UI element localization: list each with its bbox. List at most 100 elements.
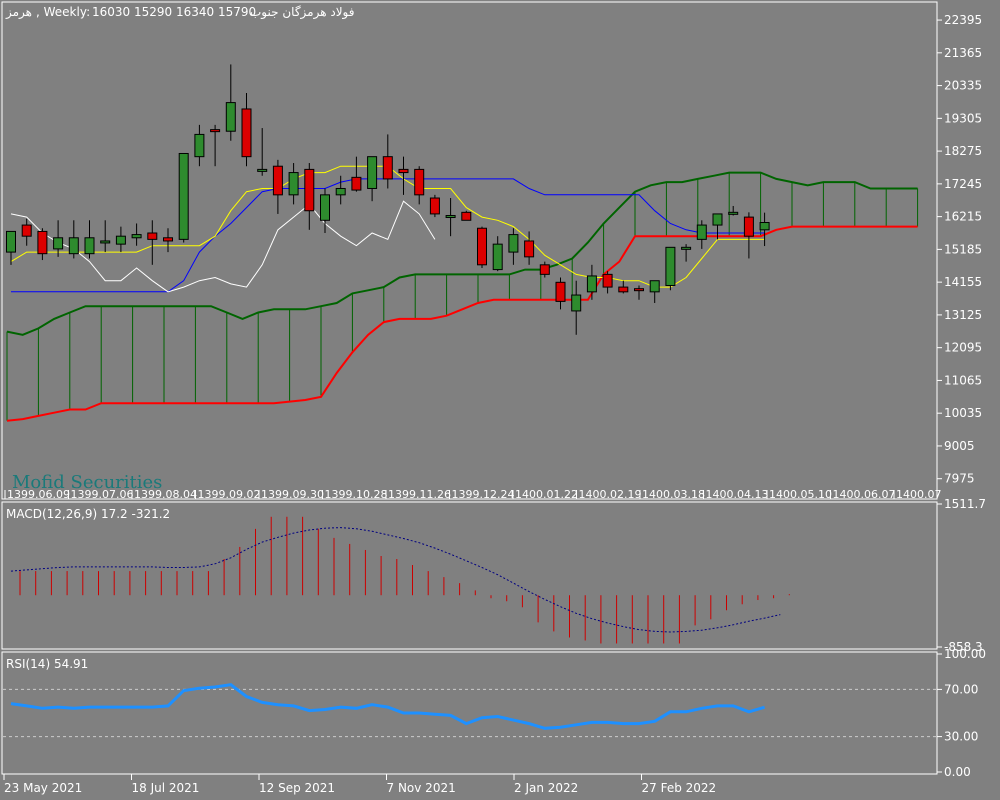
candle-body [367,156,378,189]
candle[interactable] [461,210,472,221]
date-axis-label: 1400.04.13 [706,488,769,501]
rsi-axis-label: 0.00 [944,765,971,779]
candle[interactable] [178,152,189,243]
candle-body [382,156,393,180]
price-axis-label: 19305 [944,111,982,125]
price-axis-label: 13125 [944,308,982,322]
chart-instrument-name: فولاد هرمزگان جنوب [250,5,354,20]
time-axis-label: 23 May 2021 [4,781,82,795]
date-axis-label: 1399.09.02 [198,488,261,501]
macd-panel-frame [1,501,938,650]
price-axis-label: 15185 [944,242,982,256]
date-axis-label: 1399.10.28 [325,488,388,501]
candle-body [351,176,362,191]
candle-body [37,230,48,255]
price-axis-label: 9005 [944,439,975,453]
candle-body [728,211,739,215]
chart-timeframe: , Weekly: [36,5,90,19]
candle-body [477,227,487,266]
candle-body [178,152,189,240]
date-axis-label: 1400.03.18 [642,488,705,501]
candle-body [84,237,95,255]
candle-body [759,222,770,231]
date-axis-label: 1400.05.10 [769,488,832,501]
candle-body [414,168,425,196]
candle-body [743,216,754,237]
candle-body [445,215,456,219]
price-axis-label: 14155 [944,275,982,289]
candle-body [304,168,315,212]
price-panel-frame [1,1,938,500]
candle-body [147,232,158,240]
price-axis-label: 7975 [944,472,975,486]
date-axis-label: 1400.01.22 [515,488,578,501]
candle-body [335,187,346,196]
candle[interactable] [429,194,440,218]
candle-body [163,237,173,242]
candle-body [288,172,299,196]
watermark: Mofid Securities [12,472,162,493]
candle-body [272,165,283,196]
time-axis-label: 2 Jan 2022 [514,781,578,795]
date-axis-label: 1400.06.07 [833,488,896,501]
price-axis-label: 17245 [944,177,982,191]
candle[interactable] [477,226,487,268]
rsi-axis-label: 70.00 [944,682,978,696]
candle-body [53,237,64,250]
rsi-axis-label: 30.00 [944,730,978,744]
time-axis-label: 27 Feb 2022 [642,781,717,795]
candle-body [602,273,613,288]
candle-body [586,275,597,293]
candle-body [6,230,16,253]
candle-body [696,224,707,240]
rsi-panel-frame [1,651,938,775]
candle-body [68,237,79,255]
macd-axis-label: 1511.7 [944,497,986,511]
price-axis-label: 12095 [944,341,982,355]
candle-body [681,246,692,250]
candle-body [131,234,142,239]
rsi-axis-label: 100.00 [944,647,986,661]
candle-body [398,168,409,174]
rsi-title: RSI(14) 54.91 [6,657,88,671]
time-axis-label: 7 Nov 2021 [387,781,456,795]
candle-body [241,108,252,158]
date-axis-label: 1400.02.19 [579,488,642,501]
date-axis-label: 1399.11.26 [388,488,451,501]
date-axis-label: 1400.07 [896,488,942,501]
candle-body [210,129,221,133]
date-axis-label: 1399.12.24 [452,488,515,501]
candle-body [115,235,126,245]
candle-body [618,286,629,293]
candle-body [665,246,676,286]
price-axis-label: 10035 [944,406,982,420]
candle-body [712,213,723,226]
chart-symbol: هرمز [5,5,32,20]
chart-ohlc: 16030 15290 16340 15790 [92,5,256,19]
candle-body [524,240,535,258]
candle-body [21,224,32,237]
candle-body [571,294,582,312]
macd-title: MACD(12,26,9) 17.2 -321.2 [6,507,170,521]
candle-body [461,211,472,221]
candle-body [320,194,330,221]
price-axis-label: 11065 [944,373,982,387]
candle-body [492,243,503,271]
candle-body [634,288,644,292]
candle-body [257,168,268,172]
candle[interactable] [665,246,676,291]
candle-body [508,234,519,253]
candle-body [649,280,660,293]
date-axis-label: 1399.09.30 [261,488,324,501]
price-axis-label: 22395 [944,13,982,27]
time-axis-label: 12 Sep 2021 [259,781,335,795]
time-axis-label: 18 Jul 2021 [132,781,200,795]
price-axis-label: 16215 [944,210,982,224]
price-axis-label: 18275 [944,144,982,158]
candle-body [539,264,550,275]
price-axis-label: 21365 [944,46,982,60]
candle-body [555,281,566,302]
trading-chart[interactable]: 22395 21365 20335 19305 18275 17245 16215 15185… [0,0,1000,800]
candle-body [100,240,111,244]
price-axis-label: 20335 [944,79,982,93]
